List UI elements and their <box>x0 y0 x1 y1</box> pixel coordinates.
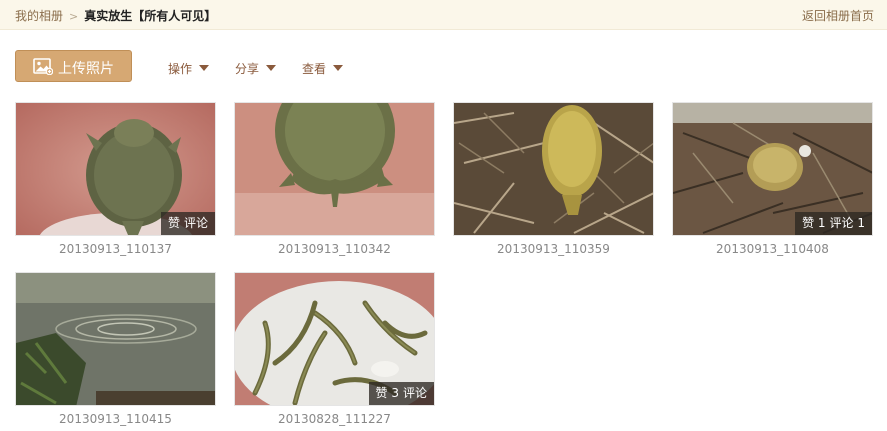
share-menu-label: 分享 <box>235 62 260 76</box>
like-count[interactable]: 赞 <box>168 216 180 230</box>
breadcrumb: 我的相册 > 真实放生【所有人可见】 <box>15 7 216 24</box>
upload-photos-label: 上传照片 <box>58 61 114 77</box>
album-title: 真实放生【所有人可见】 <box>84 9 217 23</box>
like-count[interactable]: 赞 3 <box>376 386 399 400</box>
photo-caption[interactable]: 20130913_110408 <box>672 242 873 256</box>
like-count[interactable]: 赞 1 <box>802 216 825 230</box>
photo-caption[interactable]: 20130913_110137 <box>15 242 216 256</box>
photo-thumbnail[interactable]: 赞 3 评论 <box>234 272 435 406</box>
photo-thumbnail[interactable]: 赞 1 评论 1 <box>672 102 873 236</box>
comment-count[interactable]: 评论 <box>184 216 208 230</box>
photo-caption[interactable]: 20130913_110359 <box>453 242 654 256</box>
photo-stats: 赞评论 <box>160 212 215 235</box>
back-to-albums-link[interactable]: 返回相册首页 <box>802 7 874 24</box>
caret-down-icon <box>333 65 344 71</box>
turtle-photo <box>235 103 434 235</box>
caret-down-icon <box>199 65 210 71</box>
photo-thumbnail[interactable] <box>15 272 216 406</box>
image-add-icon <box>33 58 53 75</box>
view-menu[interactable]: 查看 <box>302 60 344 77</box>
comment-count[interactable]: 评论 1 <box>830 216 865 230</box>
turtle-photo <box>454 103 653 235</box>
breadcrumb-my-albums-link[interactable]: 我的相册 <box>15 9 63 23</box>
photo-thumbnail[interactable]: 赞评论 <box>15 102 216 236</box>
breadcrumb-separator: > <box>69 10 79 23</box>
photo-thumbnail[interactable] <box>234 102 435 236</box>
photo-thumbnail[interactable] <box>453 102 654 236</box>
share-menu[interactable]: 分享 <box>235 60 277 77</box>
photo-stats: 赞 1 评论 1 <box>795 212 872 235</box>
photo-caption[interactable]: 20130913_110415 <box>15 412 216 426</box>
caret-down-icon <box>266 65 277 71</box>
operate-menu-label: 操作 <box>168 62 193 76</box>
upload-photos-button[interactable]: 上传照片 <box>15 50 132 82</box>
photo-caption[interactable]: 20130913_110342 <box>234 242 435 256</box>
view-menu-label: 查看 <box>302 62 327 76</box>
photo-caption[interactable]: 20130828_111227 <box>234 412 435 426</box>
water-photo <box>16 273 215 405</box>
top-bar: 我的相册 > 真实放生【所有人可见】 返回相册首页 <box>0 0 887 30</box>
comment-count[interactable]: 评论 <box>403 386 427 400</box>
operate-menu[interactable]: 操作 <box>168 60 210 77</box>
photo-stats: 赞 3 评论 <box>368 382 434 405</box>
